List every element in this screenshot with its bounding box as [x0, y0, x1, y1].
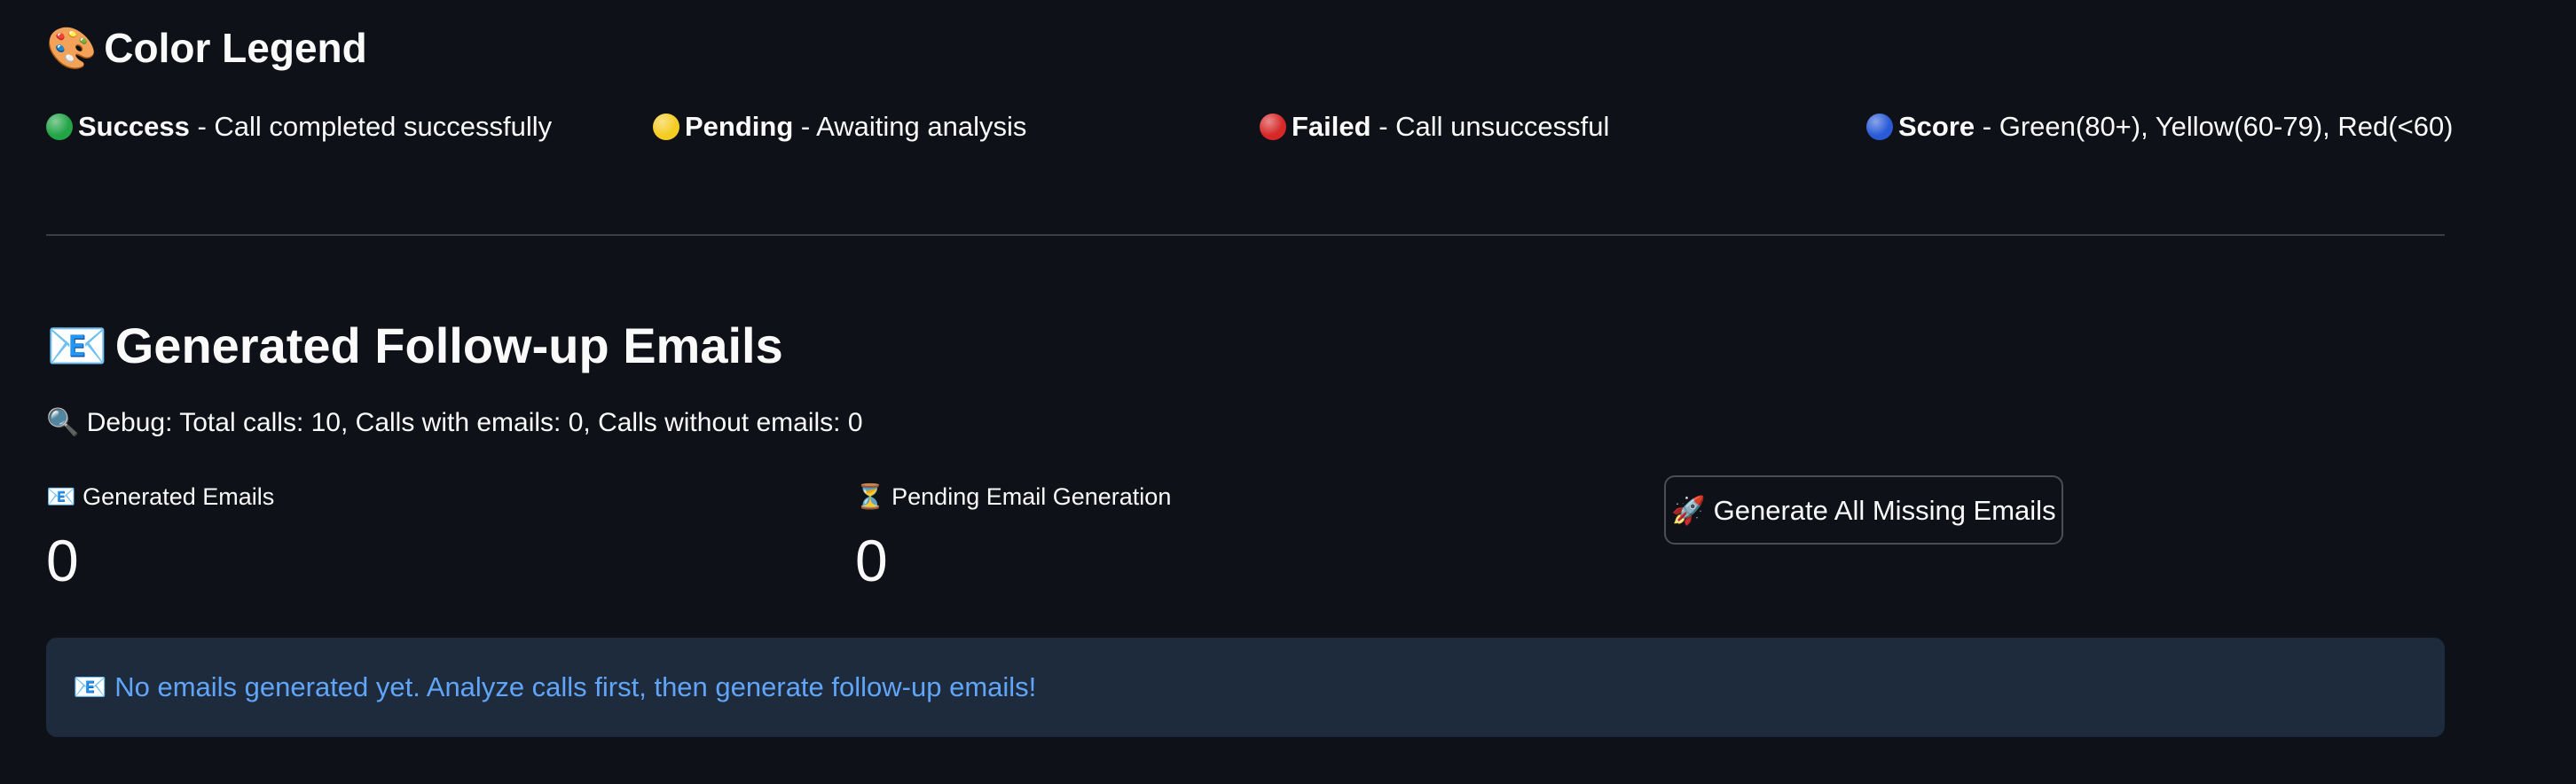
metric-generated-value: 0: [46, 528, 79, 593]
debug-text: Debug: Total calls: 10, Calls with email…: [86, 408, 863, 437]
legend-item-success: Success - Call completed successfully: [46, 105, 552, 149]
legend-item-failed: Failed - Call unsuccessful: [1260, 105, 1609, 149]
hourglass-icon: ⏳: [855, 483, 885, 510]
legend-heading: 🎨 Color Legend: [46, 20, 367, 76]
metric-pending-value: 0: [855, 528, 888, 593]
magnifier-icon: 🔍: [46, 408, 80, 437]
metric-pending-label: ⏳ Pending Email Generation: [855, 479, 1171, 514]
emails-heading: 📧 Generated Follow-up Emails: [46, 312, 783, 380]
legend-title: Color Legend: [104, 25, 367, 71]
info-text: No emails generated yet. Analyze calls f…: [114, 671, 1037, 702]
email-icon: 📧: [46, 483, 76, 510]
legend-item-description: - Awaiting analysis: [793, 111, 1027, 142]
generate-all-missing-emails-button[interactable]: 🚀 Generate All Missing Emails: [1664, 475, 2063, 545]
legend-item-label: Score: [1898, 111, 1975, 142]
blue-circle-icon: [1866, 114, 1893, 140]
legend-item-score: Score - Green(80+), Yellow(60-79), Red(<…: [1866, 105, 2454, 149]
red-circle-icon: [1260, 114, 1286, 140]
yellow-circle-icon: [653, 114, 679, 140]
legend-item-description: - Green(80+), Yellow(60-79), Red(<60): [1975, 111, 2454, 142]
green-circle-icon: [46, 114, 73, 140]
info-alert: 📧 No emails generated yet. Analyze calls…: [46, 638, 2445, 737]
email-icon: 📧: [46, 318, 108, 373]
rocket-icon: 🚀: [1671, 494, 1707, 526]
legend-item-description: - Call unsuccessful: [1370, 111, 1610, 142]
legend-item-label: Failed: [1292, 111, 1371, 142]
emails-title: Generated Follow-up Emails: [114, 318, 783, 373]
legend-item-pending: Pending - Awaiting analysis: [653, 105, 1026, 149]
legend-item-label: Success: [78, 111, 190, 142]
palette-icon: 🎨: [46, 25, 98, 71]
metric-label-text: Pending Email Generation: [891, 483, 1172, 510]
metric-label-text: Generated Emails: [82, 483, 275, 510]
debug-line: 🔍 Debug: Total calls: 10, Calls with ema…: [46, 404, 863, 443]
button-label: Generate All Missing Emails: [1713, 494, 2056, 526]
legend-item-label: Pending: [685, 111, 794, 142]
metric-generated-label: 📧 Generated Emails: [46, 479, 274, 514]
email-icon: 📧: [73, 671, 107, 702]
legend-item-description: - Call completed successfully: [189, 111, 553, 142]
section-divider: [46, 234, 2445, 236]
